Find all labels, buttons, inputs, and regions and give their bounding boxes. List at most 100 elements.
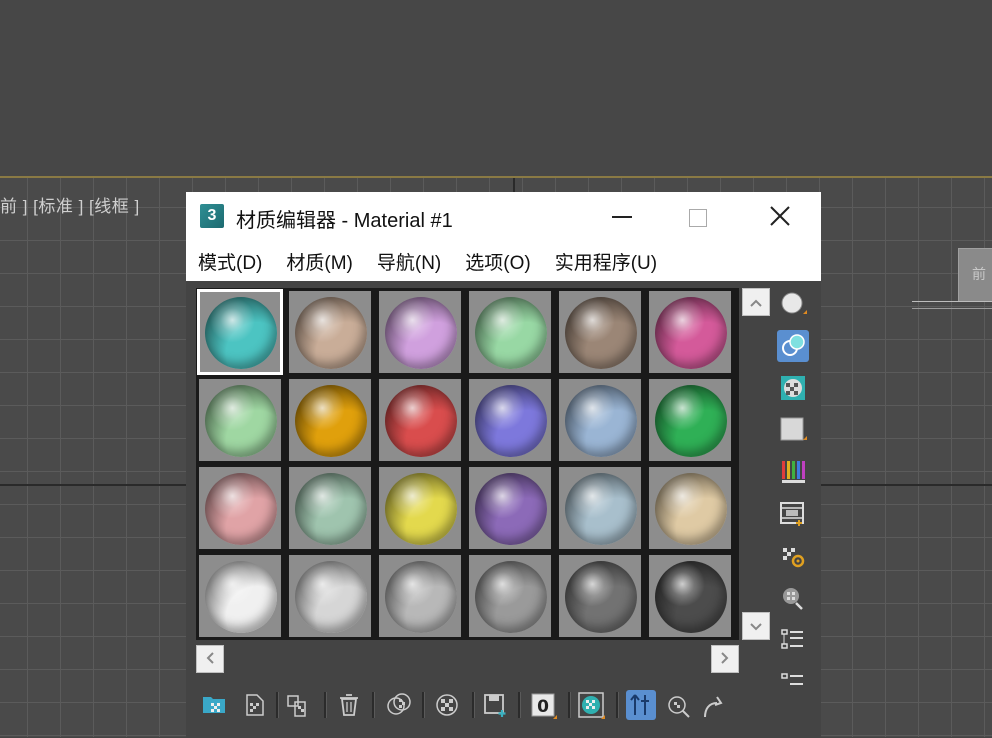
assign-to-selection-icon	[287, 695, 306, 717]
sample-slot[interactable]	[557, 553, 643, 639]
assign-material-to-selection-button[interactable]	[284, 690, 314, 720]
sample-uv-tiling-button[interactable]	[777, 414, 809, 446]
scroll-right-button[interactable]	[711, 645, 739, 673]
put-to-library-button[interactable]	[480, 690, 510, 720]
sample-slot[interactable]	[557, 377, 643, 463]
sample-slot[interactable]	[467, 377, 553, 463]
sample-slot[interactable]	[287, 465, 373, 551]
material-sphere	[385, 473, 457, 545]
sample-slot[interactable]	[467, 289, 553, 375]
show-end-result-button[interactable]	[626, 690, 656, 720]
sample-slot[interactable]	[287, 553, 373, 639]
viewport-label[interactable]: 前 ] [标准 ] [线框 ]	[0, 192, 140, 217]
put-material-to-scene-button[interactable]	[240, 690, 270, 720]
sample-slot[interactable]	[377, 553, 463, 639]
sample-slot[interactable]	[197, 377, 283, 463]
sample-slot[interactable]	[557, 465, 643, 551]
material-sphere	[565, 297, 637, 369]
material-sphere	[565, 473, 637, 545]
toolbar-separator	[518, 692, 521, 718]
make-unique-icon	[436, 694, 458, 716]
scroll-down-button[interactable]	[742, 612, 770, 640]
show-end-result-icon	[630, 694, 649, 715]
menu-utilities[interactable]: 实用程序(U)	[555, 248, 657, 275]
material-sphere	[475, 561, 547, 633]
make-preview-button[interactable]	[777, 498, 809, 530]
menu-bar: 模式(D) 材质(M) 导航(N) 选项(O) 实用程序(U)	[186, 241, 821, 281]
close-button[interactable]	[756, 192, 804, 241]
get-material-icon	[203, 697, 225, 713]
material-id-channel-button[interactable]: 0	[528, 690, 558, 720]
sample-slot[interactable]	[287, 377, 373, 463]
menu-mode[interactable]: 模式(D)	[198, 248, 262, 275]
sample-slot[interactable]	[647, 289, 733, 375]
go-to-parent-button[interactable]	[664, 690, 694, 720]
trash-icon	[340, 694, 358, 716]
sample-slot[interactable]	[647, 465, 733, 551]
toolbar-separator	[568, 692, 571, 718]
sphere-icon	[781, 292, 807, 314]
select-by-material-icon	[783, 588, 803, 610]
sample-slot[interactable]	[647, 377, 733, 463]
horizontal-scrollbar[interactable]	[196, 644, 739, 674]
sample-slot[interactable]	[287, 289, 373, 375]
material-options-button[interactable]	[777, 540, 809, 572]
color-bars-icon	[782, 461, 805, 483]
background-button[interactable]	[777, 372, 809, 404]
material-sphere	[655, 297, 727, 369]
menu-options[interactable]: 选项(O)	[465, 248, 530, 275]
sample-type-button[interactable]	[777, 288, 809, 320]
title-bar[interactable]: 3 材质编辑器 - Material #1	[186, 192, 821, 241]
checker-background-icon	[781, 376, 805, 400]
material-sphere	[205, 473, 277, 545]
sample-slot[interactable]	[377, 377, 463, 463]
material-sphere	[385, 385, 457, 457]
go-to-parent-icon	[668, 696, 690, 718]
sample-slot[interactable]	[377, 465, 463, 551]
toolbar-separator	[324, 692, 327, 718]
sample-slot[interactable]	[197, 465, 283, 551]
go-forward-to-sibling-button[interactable]	[698, 690, 728, 720]
material-sphere	[655, 561, 727, 633]
material-sphere	[655, 385, 727, 457]
viewcube[interactable]: 前	[958, 248, 992, 302]
material-sphere	[205, 385, 277, 457]
vertical-scrollbar[interactable]	[741, 288, 771, 640]
scroll-left-button[interactable]	[196, 645, 224, 673]
material-sphere	[475, 473, 547, 545]
close-icon	[770, 206, 790, 226]
toolbar-separator	[276, 692, 279, 718]
chevron-right-icon	[721, 652, 729, 664]
minimize-button[interactable]	[596, 192, 644, 241]
save-icon	[484, 694, 506, 717]
top-panel	[0, 0, 992, 176]
maximize-button[interactable]	[674, 192, 722, 241]
scroll-up-button[interactable]	[742, 288, 770, 316]
material-sphere	[475, 297, 547, 369]
menu-navigation[interactable]: 导航(N)	[377, 248, 441, 275]
show-shaded-material-button[interactable]	[576, 690, 606, 720]
sample-slot[interactable]	[377, 289, 463, 375]
material-map-navigator-button[interactable]	[777, 624, 809, 656]
get-material-button[interactable]	[200, 690, 230, 720]
make-unique-button[interactable]	[432, 690, 462, 720]
chevron-down-icon	[750, 623, 762, 631]
sample-slot[interactable]	[197, 553, 283, 639]
backlight-button[interactable]	[777, 330, 809, 362]
sample-slot[interactable]	[467, 553, 553, 639]
film-preview-icon	[780, 502, 804, 526]
tree-list-icon	[781, 629, 803, 649]
go-to-sibling-icon	[704, 696, 723, 718]
put-to-scene-icon	[246, 694, 264, 716]
sample-slot[interactable]	[647, 553, 733, 639]
sample-slot-active[interactable]	[197, 289, 283, 375]
select-by-material-button[interactable]	[777, 582, 809, 614]
sample-slot[interactable]	[557, 289, 643, 375]
menu-material[interactable]: 材质(M)	[286, 248, 352, 275]
sample-slot[interactable]	[467, 465, 553, 551]
make-material-copy-button[interactable]	[384, 690, 414, 720]
material-sphere	[565, 385, 637, 457]
reset-map-button[interactable]	[334, 690, 364, 720]
video-color-check-button[interactable]	[777, 456, 809, 488]
material-sphere	[295, 385, 367, 457]
